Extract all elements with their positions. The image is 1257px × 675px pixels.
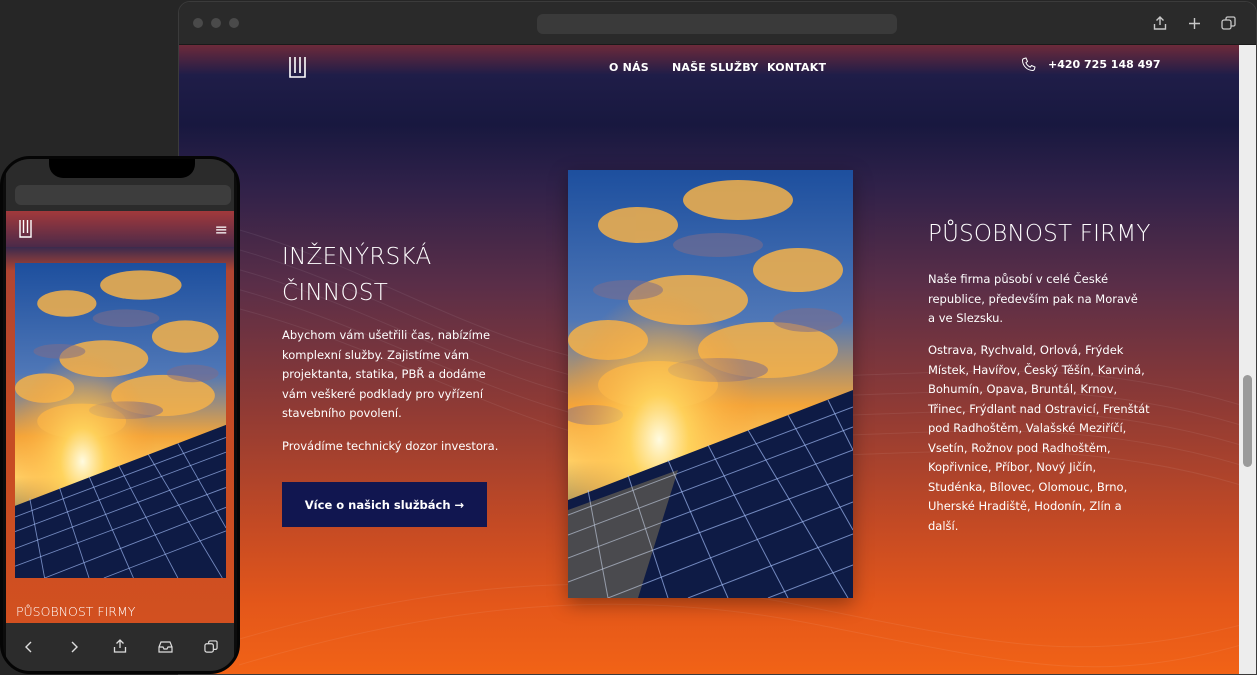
scrollbar-thumb[interactable]	[1243, 375, 1252, 467]
share-icon[interactable]	[108, 639, 132, 658]
engineering-text-2: Provádíme technický dozor investora.	[282, 439, 499, 453]
screenshot-stage: O NÁS NAŠE SLUŽBY KONTAKT +420 725 148 4…	[0, 0, 1257, 675]
mobile-header: ≡	[6, 211, 234, 247]
chevron-left-icon[interactable]	[17, 641, 41, 657]
scope-text: Naše firma působí v celé České republice…	[928, 272, 1138, 325]
solar-panel-image	[568, 170, 853, 598]
mobile-phone-mockup: ≡ PŮSOBNOST FIRMY	[0, 156, 240, 674]
mobile-viewport: ≡ PŮSOBNOST FIRMY	[6, 211, 234, 623]
tabs-icon[interactable]	[199, 639, 223, 658]
inbox-icon[interactable]	[154, 640, 178, 657]
mobile-solar-panel-photo	[15, 263, 226, 578]
phone-icon	[1022, 57, 1036, 71]
engineering-heading-line1: INŽENÝRSKÁ	[282, 244, 432, 270]
website-viewport: O NÁS NAŠE SLUŽBY KONTAKT +420 725 148 4…	[179, 45, 1241, 674]
tabs-icon[interactable]	[1217, 12, 1239, 34]
window-minimize-dot[interactable]	[211, 18, 221, 28]
site-logo[interactable]	[289, 56, 306, 78]
chevron-right-icon[interactable]	[62, 641, 86, 657]
nav-about[interactable]: O NÁS	[609, 61, 649, 74]
services-cta-button[interactable]: Více o našich službách →	[282, 482, 487, 527]
engineering-heading-line2: ČINNOST	[282, 279, 389, 306]
plus-icon[interactable]	[1183, 12, 1205, 34]
engineering-text: Abychom vám ušetřili čas, nabízíme kompl…	[282, 328, 491, 420]
page-scrollbar[interactable]	[1239, 45, 1256, 674]
scope-heading: PŮSOBNOST FIRMY	[928, 221, 1151, 247]
mobile-address-bar[interactable]	[15, 185, 231, 205]
upload-icon[interactable]	[1149, 12, 1171, 34]
hamburger-menu-icon[interactable]: ≡	[215, 220, 228, 239]
phone-number: +420 725 148 497	[1048, 58, 1161, 71]
nav-contact[interactable]: KONTAKT	[767, 61, 826, 74]
mobile-browser-toolbar	[6, 623, 234, 671]
scope-cities: Ostrava, Rychvald, Orlová, Frýdek Místek…	[928, 343, 1150, 533]
window-close-dot[interactable]	[193, 18, 203, 28]
solar-panel-photo	[568, 170, 853, 598]
address-bar[interactable]	[537, 14, 897, 34]
browser-toolbar	[179, 2, 1256, 45]
engineering-heading: INŽENÝRSKÁ ČINNOST	[282, 240, 522, 311]
nav-services[interactable]: NAŠE SLUŽBY	[672, 61, 758, 74]
mobile-solar-panel-image	[15, 263, 226, 578]
header-phone-link[interactable]: +420 725 148 497	[1021, 57, 1161, 72]
mobile-scope-heading: PŮSOBNOST FIRMY	[16, 604, 136, 619]
phone-notch	[49, 159, 195, 178]
window-zoom-dot[interactable]	[229, 18, 239, 28]
desktop-browser-window: O NÁS NAŠE SLUŽBY KONTAKT +420 725 148 4…	[178, 1, 1257, 675]
mobile-site-logo[interactable]	[19, 219, 32, 238]
